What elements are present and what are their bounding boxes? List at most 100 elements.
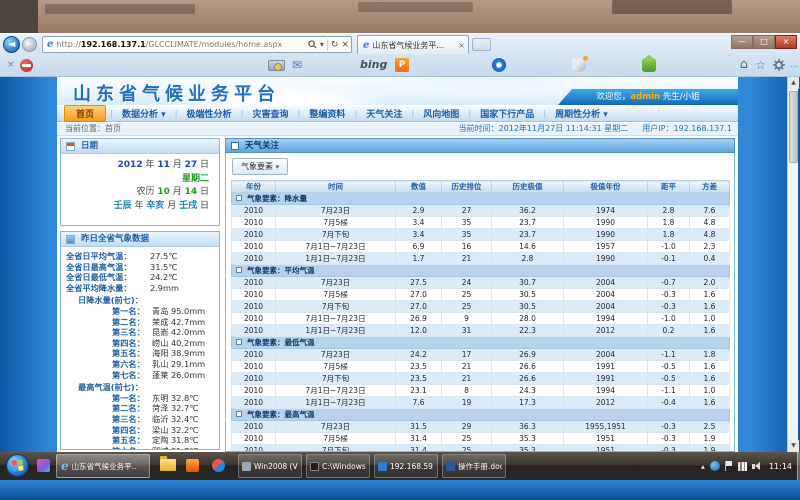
action-center-flag-icon[interactable] bbox=[725, 461, 733, 471]
quick-launch-icon[interactable] bbox=[37, 459, 50, 472]
tray-app-icon[interactable] bbox=[710, 461, 720, 471]
taskbar-window-button[interactable]: Win2008 (VS2... bbox=[238, 454, 302, 478]
network-icon[interactable] bbox=[738, 462, 747, 471]
table-cell: 2010 bbox=[232, 301, 276, 313]
pinned-app-icon[interactable] bbox=[186, 459, 199, 472]
browser-forward-button[interactable]: ► bbox=[22, 37, 37, 52]
calendar-line: 壬辰 年 辛亥 月 壬戌 日 bbox=[61, 200, 209, 214]
camera-icon[interactable] bbox=[268, 60, 285, 71]
breadcrumb: 当前位置：首页 bbox=[65, 123, 121, 135]
section-checkbox-icon[interactable] bbox=[236, 195, 242, 201]
speaker-icon[interactable] bbox=[752, 462, 762, 471]
calendar-icon bbox=[66, 142, 75, 151]
address-bar[interactable]: e http://192.168.137.1/GLCCLIMATE/module… bbox=[42, 36, 352, 53]
calendar-text: 10 bbox=[157, 187, 170, 197]
url-text[interactable]: http://192.168.137.1/GLCCLIMATE/modules/… bbox=[56, 40, 308, 49]
new-tab-button[interactable] bbox=[472, 38, 491, 51]
table-row: 20107月5候23.52126.61991-0.51.6 bbox=[232, 361, 730, 373]
tray-expand-icon[interactable]: ▴ bbox=[701, 462, 705, 471]
close-button[interactable]: × bbox=[775, 35, 797, 49]
table-cell: 1.6 bbox=[690, 325, 730, 337]
table-section-row[interactable]: 气象要素：降水量 bbox=[232, 193, 730, 205]
explorer-folder-icon[interactable] bbox=[160, 459, 176, 471]
nav-item-9[interactable]: 周期性分析 ▾ bbox=[546, 107, 617, 120]
pinned-app-icon[interactable] bbox=[212, 459, 225, 472]
blocked-content-icon[interactable] bbox=[20, 59, 33, 72]
messenger-icon[interactable] bbox=[492, 58, 506, 72]
table-section-row[interactable]: 气象要素：最低气温 bbox=[232, 337, 730, 349]
table-row: 20101月1日~7月23日12.03122.320120.21.6 bbox=[232, 325, 730, 337]
rank-item: 第七名：蓬莱 26.0mm bbox=[66, 370, 216, 381]
section-cell: 气象要素：降水量 bbox=[232, 193, 730, 205]
table-cell: 35 bbox=[442, 229, 492, 241]
maximize-button[interactable]: □ bbox=[753, 35, 775, 49]
table-cell: 36.3 bbox=[492, 421, 564, 433]
table-cell: 2010 bbox=[232, 397, 276, 409]
weather-stats: 全省日平均气温：27.5℃全省日最高气温：31.5℃全省日最低气温：24.2℃全… bbox=[61, 247, 219, 450]
autocomplete-dropdown-icon[interactable]: ▾ bbox=[320, 40, 324, 49]
taskbar-window-button[interactable]: 操作手册.docx ... bbox=[442, 454, 506, 478]
toolbar-close-icon[interactable]: × bbox=[7, 60, 15, 70]
bing-app-icon[interactable]: P bbox=[395, 58, 409, 72]
taskbar-ie-button[interactable]: e 山东省气候业务平.. bbox=[56, 454, 150, 478]
table-cell: -1.1 bbox=[648, 385, 690, 397]
system-tray: ▴ 11:14 bbox=[701, 452, 796, 480]
table-cell: 26.9 bbox=[396, 313, 442, 325]
stat-line: 全省日最低气温：24.2℃ bbox=[66, 272, 216, 283]
scrollbar-down-icon[interactable]: ▼ bbox=[788, 440, 799, 452]
home-icon[interactable]: ⌂ bbox=[740, 57, 748, 72]
element-filter-button[interactable]: 气象要素 ▾ bbox=[232, 158, 288, 175]
nav-item-4[interactable]: 灾害查询 bbox=[243, 107, 297, 120]
minimize-button[interactable]: — bbox=[731, 35, 753, 49]
tab-title[interactable]: 山东省气候业务平... bbox=[372, 40, 456, 51]
nav-item-5[interactable]: 整编资料 bbox=[300, 107, 354, 120]
taskbar-clock[interactable]: 11:14 bbox=[769, 462, 792, 471]
start-button[interactable] bbox=[6, 454, 29, 477]
browser-tab[interactable]: e 山东省气候业务平... × bbox=[357, 35, 469, 54]
scrollbar-up-icon[interactable]: ▲ bbox=[788, 77, 799, 89]
refresh-icon[interactable]: ↻ bbox=[331, 40, 339, 50]
table-cell: 1.7 bbox=[396, 253, 442, 265]
browser-back-button[interactable]: ◄ bbox=[3, 36, 20, 53]
section-checkbox-icon[interactable] bbox=[236, 411, 242, 417]
nav-item-8[interactable]: 国家下行产品 bbox=[471, 107, 543, 120]
rank-label: 第三名： bbox=[112, 327, 152, 338]
taskbar-window-button[interactable]: C:\Windows\s... bbox=[306, 454, 370, 478]
rank-item: 第五名：定陶 31.8℃ bbox=[66, 435, 216, 446]
taskbar-button-label: Win2008 (VS2... bbox=[254, 462, 298, 471]
tab-favicon: e bbox=[363, 40, 369, 51]
table-section-row[interactable]: 气象要素：最高气温 bbox=[232, 409, 730, 421]
mail-icon[interactable]: ✉ bbox=[292, 58, 302, 72]
nav-item-2[interactable]: 数据分析 ▾ bbox=[113, 107, 175, 120]
more-options-icon[interactable]: ⋯ bbox=[790, 62, 798, 71]
background-window-controls bbox=[612, 0, 732, 14]
table-cell: 24 bbox=[442, 277, 492, 289]
stop-icon[interactable]: × bbox=[341, 40, 349, 50]
calendar-text: 11 bbox=[157, 160, 170, 170]
table-cell: 1994 bbox=[564, 385, 648, 397]
section-checkbox-icon[interactable] bbox=[236, 339, 242, 345]
nav-item-6[interactable]: 天气关注 bbox=[357, 107, 411, 120]
yesterday-panel-header: 昨日全省气象数据 bbox=[61, 232, 219, 247]
table-section-row[interactable]: 气象要素：平均气温 bbox=[232, 265, 730, 277]
table-cell: 2010 bbox=[232, 289, 276, 301]
addon-puzzle-icon[interactable] bbox=[642, 58, 656, 72]
search-icon[interactable] bbox=[308, 40, 317, 49]
section-checkbox-icon[interactable] bbox=[236, 267, 242, 273]
calendar-text: 27 bbox=[185, 160, 198, 170]
rank-item: 第三名：临沂 32.4℃ bbox=[66, 414, 216, 425]
nav-item-7[interactable]: 风向地图 bbox=[414, 107, 468, 120]
tab-close-icon[interactable]: × bbox=[458, 41, 465, 50]
gear-icon[interactable] bbox=[773, 59, 785, 71]
nav-item-1[interactable]: 首页 bbox=[64, 105, 106, 122]
table-cell: 1月1日~7月23日 bbox=[276, 397, 396, 409]
table-cell: -1.0 bbox=[648, 241, 690, 253]
satellite-dish-icon[interactable] bbox=[572, 58, 586, 72]
favorites-star-icon[interactable]: ☆ bbox=[755, 58, 766, 72]
page-scrollbar[interactable]: ▲ ▼ bbox=[787, 77, 798, 452]
bing-logo[interactable]: bing bbox=[360, 58, 387, 71]
scrollbar-thumb[interactable] bbox=[789, 91, 798, 163]
taskbar-window-button[interactable]: 192.168.59.99... bbox=[374, 454, 438, 478]
nav-item-3[interactable]: 极端性分析 bbox=[178, 107, 241, 120]
rank-label: 第三名： bbox=[112, 414, 152, 425]
